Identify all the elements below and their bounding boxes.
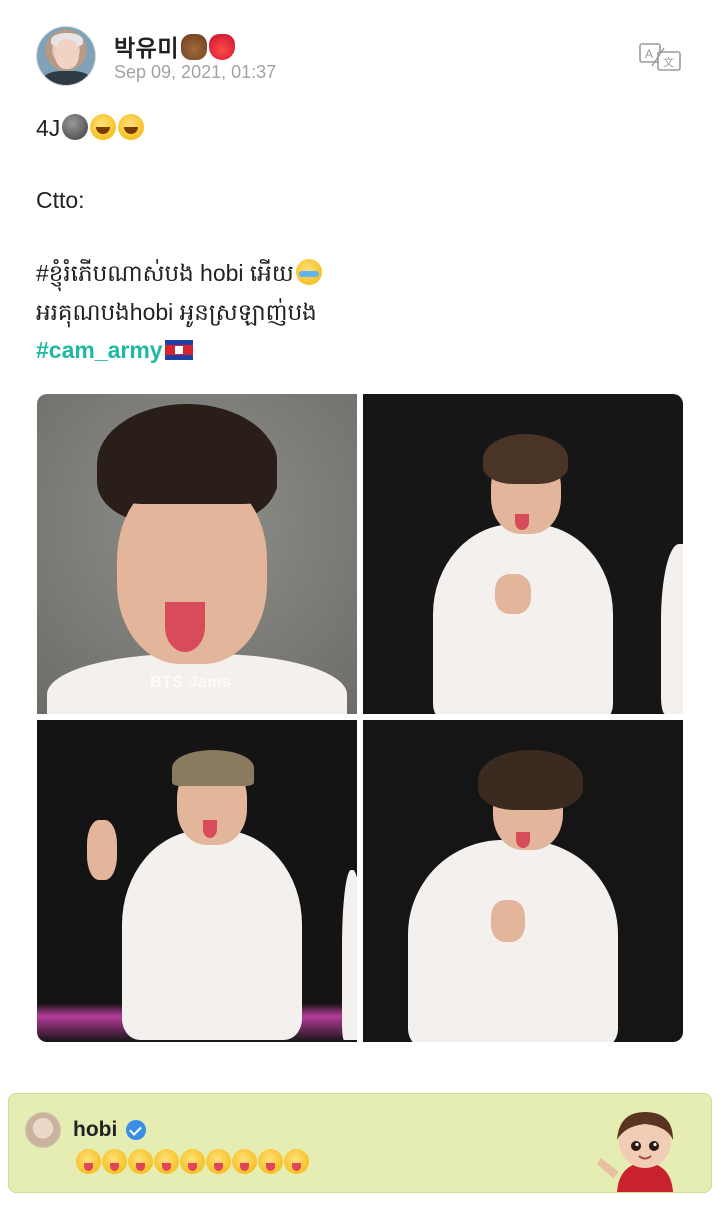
post-line-3-text: #ខ្ញុំរំភើបណាស់បង hobi អើយ <box>36 260 294 286</box>
chibi-sticker-icon <box>597 1112 673 1192</box>
photo-3[interactable] <box>37 720 357 1042</box>
verified-badge-icon <box>126 1120 146 1140</box>
post-line-1-text: 4J <box>36 115 61 141</box>
tongue-face-icon <box>206 1149 231 1174</box>
author-name[interactable]: 박유미 <box>114 29 235 63</box>
post-hashtag-line: #cam_army <box>36 336 193 365</box>
svg-text:A: A <box>645 47 653 61</box>
comment-avatar[interactable] <box>25 1112 61 1148</box>
author-name-text: 박유미 <box>114 35 179 61</box>
tongue-face-icon <box>102 1149 127 1174</box>
tongue-face-icon <box>180 1149 205 1174</box>
photo-1[interactable]: BTS Jams <box>37 394 357 714</box>
post-line-1: 4J <box>36 114 145 143</box>
tongue-face-icon <box>284 1149 309 1174</box>
post-line-4: អរគុណបងhobi អូនស្រឡាញ់បង <box>36 299 317 325</box>
comment-card[interactable]: hobi <box>8 1093 712 1193</box>
author-avatar[interactable] <box>36 26 96 86</box>
rolling-laugh-icon <box>90 114 117 140</box>
post-line-3: #ខ្ញុំរំភើបណាស់បង hobi អើយ <box>36 259 322 288</box>
tongue-face-icon <box>128 1149 153 1174</box>
photo-watermark: BTS Jams <box>150 674 232 691</box>
tongue-face-icon <box>76 1149 101 1174</box>
bear-icon <box>180 34 207 60</box>
tongue-face-icon <box>258 1149 283 1174</box>
photo-grid: BTS Jams <box>37 394 683 1042</box>
comment-author-name[interactable]: hobi <box>73 1118 117 1142</box>
svg-text:文: 文 <box>663 55 674 69</box>
post-line-2: Ctto: <box>36 187 85 213</box>
strawberry-icon <box>208 34 235 60</box>
hashtag-link[interactable]: #cam_army <box>36 337 163 363</box>
post-timestamp: Sep 09, 2021, 01:37 <box>114 62 277 82</box>
translate-button[interactable]: A 文 <box>638 42 682 72</box>
photo-4[interactable] <box>363 720 683 1042</box>
cambodia-flag-icon <box>164 340 193 360</box>
tongue-face-icon <box>154 1149 179 1174</box>
post-header: 박유미 Sep 09, 2021, 01:37 A 文 <box>0 0 720 110</box>
crying-face-icon <box>295 259 322 285</box>
comment-emoji-list <box>75 1149 309 1175</box>
photo-2[interactable] <box>363 394 683 714</box>
translate-icon: A 文 <box>639 43 681 71</box>
tongue-face-icon <box>232 1149 257 1174</box>
new-moon-face-icon <box>62 114 89 140</box>
rolling-laugh-icon <box>118 114 145 140</box>
